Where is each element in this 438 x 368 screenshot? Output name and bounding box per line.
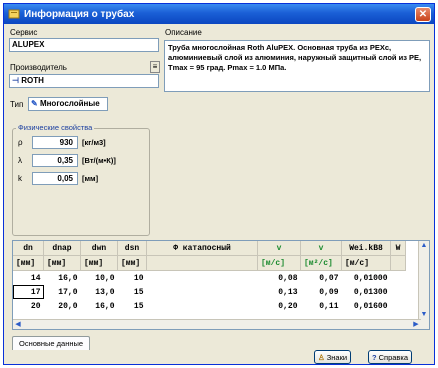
cell-dwn[interactable]: 10,0 bbox=[81, 271, 118, 286]
pipe-icon: ⊣ bbox=[12, 76, 19, 85]
help-button-label: Справка bbox=[378, 352, 409, 362]
unit-cell: [мм] bbox=[80, 255, 118, 271]
horizontal-scrollbar[interactable]: ◀ ▶ bbox=[13, 319, 421, 329]
cell-w[interactable] bbox=[391, 271, 406, 286]
roughness-symbol: k bbox=[18, 174, 22, 183]
cell-w[interactable] bbox=[391, 285, 406, 299]
cell-dnap[interactable]: 16,0 bbox=[44, 271, 81, 286]
search-field[interactable]: ALUPEX bbox=[9, 38, 159, 52]
description-label: Описание bbox=[165, 28, 202, 37]
col-viscosity[interactable]: v bbox=[300, 241, 342, 256]
pipe-info-window: Информация о трубах ✕ Сервис ALUPEX Прои… bbox=[3, 3, 435, 365]
physical-properties-title: Физические свойства bbox=[16, 123, 95, 132]
vertical-scrollbar[interactable]: ▲ ▼ bbox=[418, 241, 429, 329]
title-bar[interactable]: Информация о трубах ✕ bbox=[4, 4, 434, 24]
pencil-icon: ✎ bbox=[31, 99, 38, 108]
figure-icon: ♙ bbox=[318, 352, 325, 362]
scroll-right-icon[interactable]: ▶ bbox=[411, 320, 421, 329]
cell-velocity[interactable]: 0,08 bbox=[258, 271, 301, 286]
signs-button[interactable]: ♙ Знаки bbox=[314, 350, 352, 364]
unit-cell: [м/с] bbox=[341, 255, 391, 271]
col-dsn[interactable]: dsn bbox=[117, 241, 147, 256]
manufacturer-value: ROTH bbox=[21, 76, 44, 85]
cell-dwn[interactable]: 16,0 bbox=[81, 299, 118, 313]
col-w[interactable]: W bbox=[390, 241, 406, 256]
cell-name[interactable] bbox=[147, 285, 258, 299]
cell-dsn[interactable]: 15 bbox=[118, 285, 147, 299]
density-symbol: ρ bbox=[18, 138, 23, 147]
col-dwn[interactable]: dwn bbox=[80, 241, 118, 256]
cell-viscosity[interactable]: 0,11 bbox=[301, 299, 342, 313]
help-button[interactable]: ? Справка bbox=[368, 350, 413, 364]
density-unit: [кг/м3] bbox=[82, 138, 106, 147]
col-velocity[interactable]: v bbox=[257, 241, 301, 256]
unit-cell: [м²/с] bbox=[300, 255, 342, 271]
question-icon: ? bbox=[372, 352, 377, 362]
conductivity-input[interactable]: 0,35 bbox=[32, 154, 78, 167]
table-units-row: [мм] [мм] [мм] [мм] [м/с] [м²/с] [м/с] bbox=[13, 255, 406, 271]
close-button[interactable]: ✕ bbox=[415, 6, 431, 22]
tab-bar: Основные данные bbox=[12, 336, 91, 350]
table-row[interactable]: 14 16,0 10,0 10 0,08 0,07 0,01000 bbox=[13, 271, 406, 286]
cell-dn-selected[interactable]: 17 bbox=[13, 285, 44, 299]
manufacturer-field[interactable]: ⊣ ROTH bbox=[9, 74, 159, 88]
conductivity-unit: [Вт/(м•К)] bbox=[82, 156, 116, 165]
unit-cell: [мм] bbox=[43, 255, 81, 271]
cell-dsn[interactable]: 15 bbox=[118, 299, 147, 313]
cell-velocity[interactable]: 0,13 bbox=[258, 285, 301, 299]
cell-name[interactable] bbox=[147, 299, 258, 313]
unit-cell bbox=[390, 255, 406, 271]
cell-viscosity[interactable]: 0,09 bbox=[301, 285, 342, 299]
table-row[interactable]: 20 20,0 16,0 15 0,20 0,11 0,01600 bbox=[13, 299, 406, 313]
cell-dsn[interactable]: 10 bbox=[118, 271, 147, 286]
cell-weight[interactable]: 0,01000 bbox=[342, 271, 391, 286]
cell-dnap[interactable]: 20,0 bbox=[44, 299, 81, 313]
cell-weight[interactable]: 0,01600 bbox=[342, 299, 391, 313]
density-input[interactable]: 930 bbox=[32, 136, 78, 149]
table-header-row: dn dnap dwn dsn Ф катапосный v v Wei.kB8… bbox=[13, 241, 406, 256]
description-text[interactable]: Труба многослойная Roth AluPEX. Основная… bbox=[164, 40, 430, 92]
window-title: Информация о трубах bbox=[24, 8, 135, 20]
cell-dnap[interactable]: 17,0 bbox=[44, 285, 81, 299]
type-value: Многослойные bbox=[39, 99, 100, 108]
pipe-sizes-table[interactable]: dn dnap dwn dsn Ф катапосный v v Wei.kB8… bbox=[12, 240, 430, 330]
signs-button-label: Знаки bbox=[326, 352, 348, 362]
app-icon bbox=[8, 9, 20, 19]
col-weight[interactable]: Wei.kB8 bbox=[341, 241, 391, 256]
search-label: Сервис bbox=[10, 28, 38, 37]
unit-cell: [мм] bbox=[13, 255, 44, 271]
cell-name[interactable] bbox=[147, 271, 258, 286]
scroll-left-icon[interactable]: ◀ bbox=[13, 320, 23, 329]
type-label: Тип bbox=[10, 100, 24, 109]
conductivity-symbol: λ bbox=[18, 156, 22, 165]
col-dn[interactable]: dn bbox=[13, 241, 44, 256]
col-name[interactable]: Ф катапосный bbox=[146, 241, 258, 256]
table-row[interactable]: 17 17,0 13,0 15 0,13 0,09 0,01300 bbox=[13, 285, 406, 299]
cell-viscosity[interactable]: 0,07 bbox=[301, 271, 342, 286]
roughness-unit: [мм] bbox=[82, 174, 99, 183]
cell-dn[interactable]: 20 bbox=[13, 299, 44, 313]
unit-cell bbox=[146, 255, 258, 271]
unit-cell: [м/с] bbox=[257, 255, 301, 271]
cell-dn[interactable]: 14 bbox=[13, 271, 44, 286]
type-field[interactable]: ✎ Многослойные bbox=[28, 97, 108, 111]
cell-dwn[interactable]: 13,0 bbox=[81, 285, 118, 299]
scroll-down-icon[interactable]: ▼ bbox=[419, 310, 429, 319]
manufacturer-picker-button[interactable]: ≡ bbox=[150, 61, 160, 73]
manufacturer-label: Производитель bbox=[10, 63, 67, 72]
col-dnap[interactable]: dnap bbox=[43, 241, 81, 256]
roughness-input[interactable]: 0,05 bbox=[32, 172, 78, 185]
cell-velocity[interactable]: 0,20 bbox=[258, 299, 301, 313]
cell-weight[interactable]: 0,01300 bbox=[342, 285, 391, 299]
unit-cell: [мм] bbox=[117, 255, 147, 271]
tab-basic-data[interactable]: Основные данные bbox=[12, 336, 91, 350]
scroll-up-icon[interactable]: ▲ bbox=[419, 241, 429, 250]
cell-w[interactable] bbox=[391, 299, 406, 313]
